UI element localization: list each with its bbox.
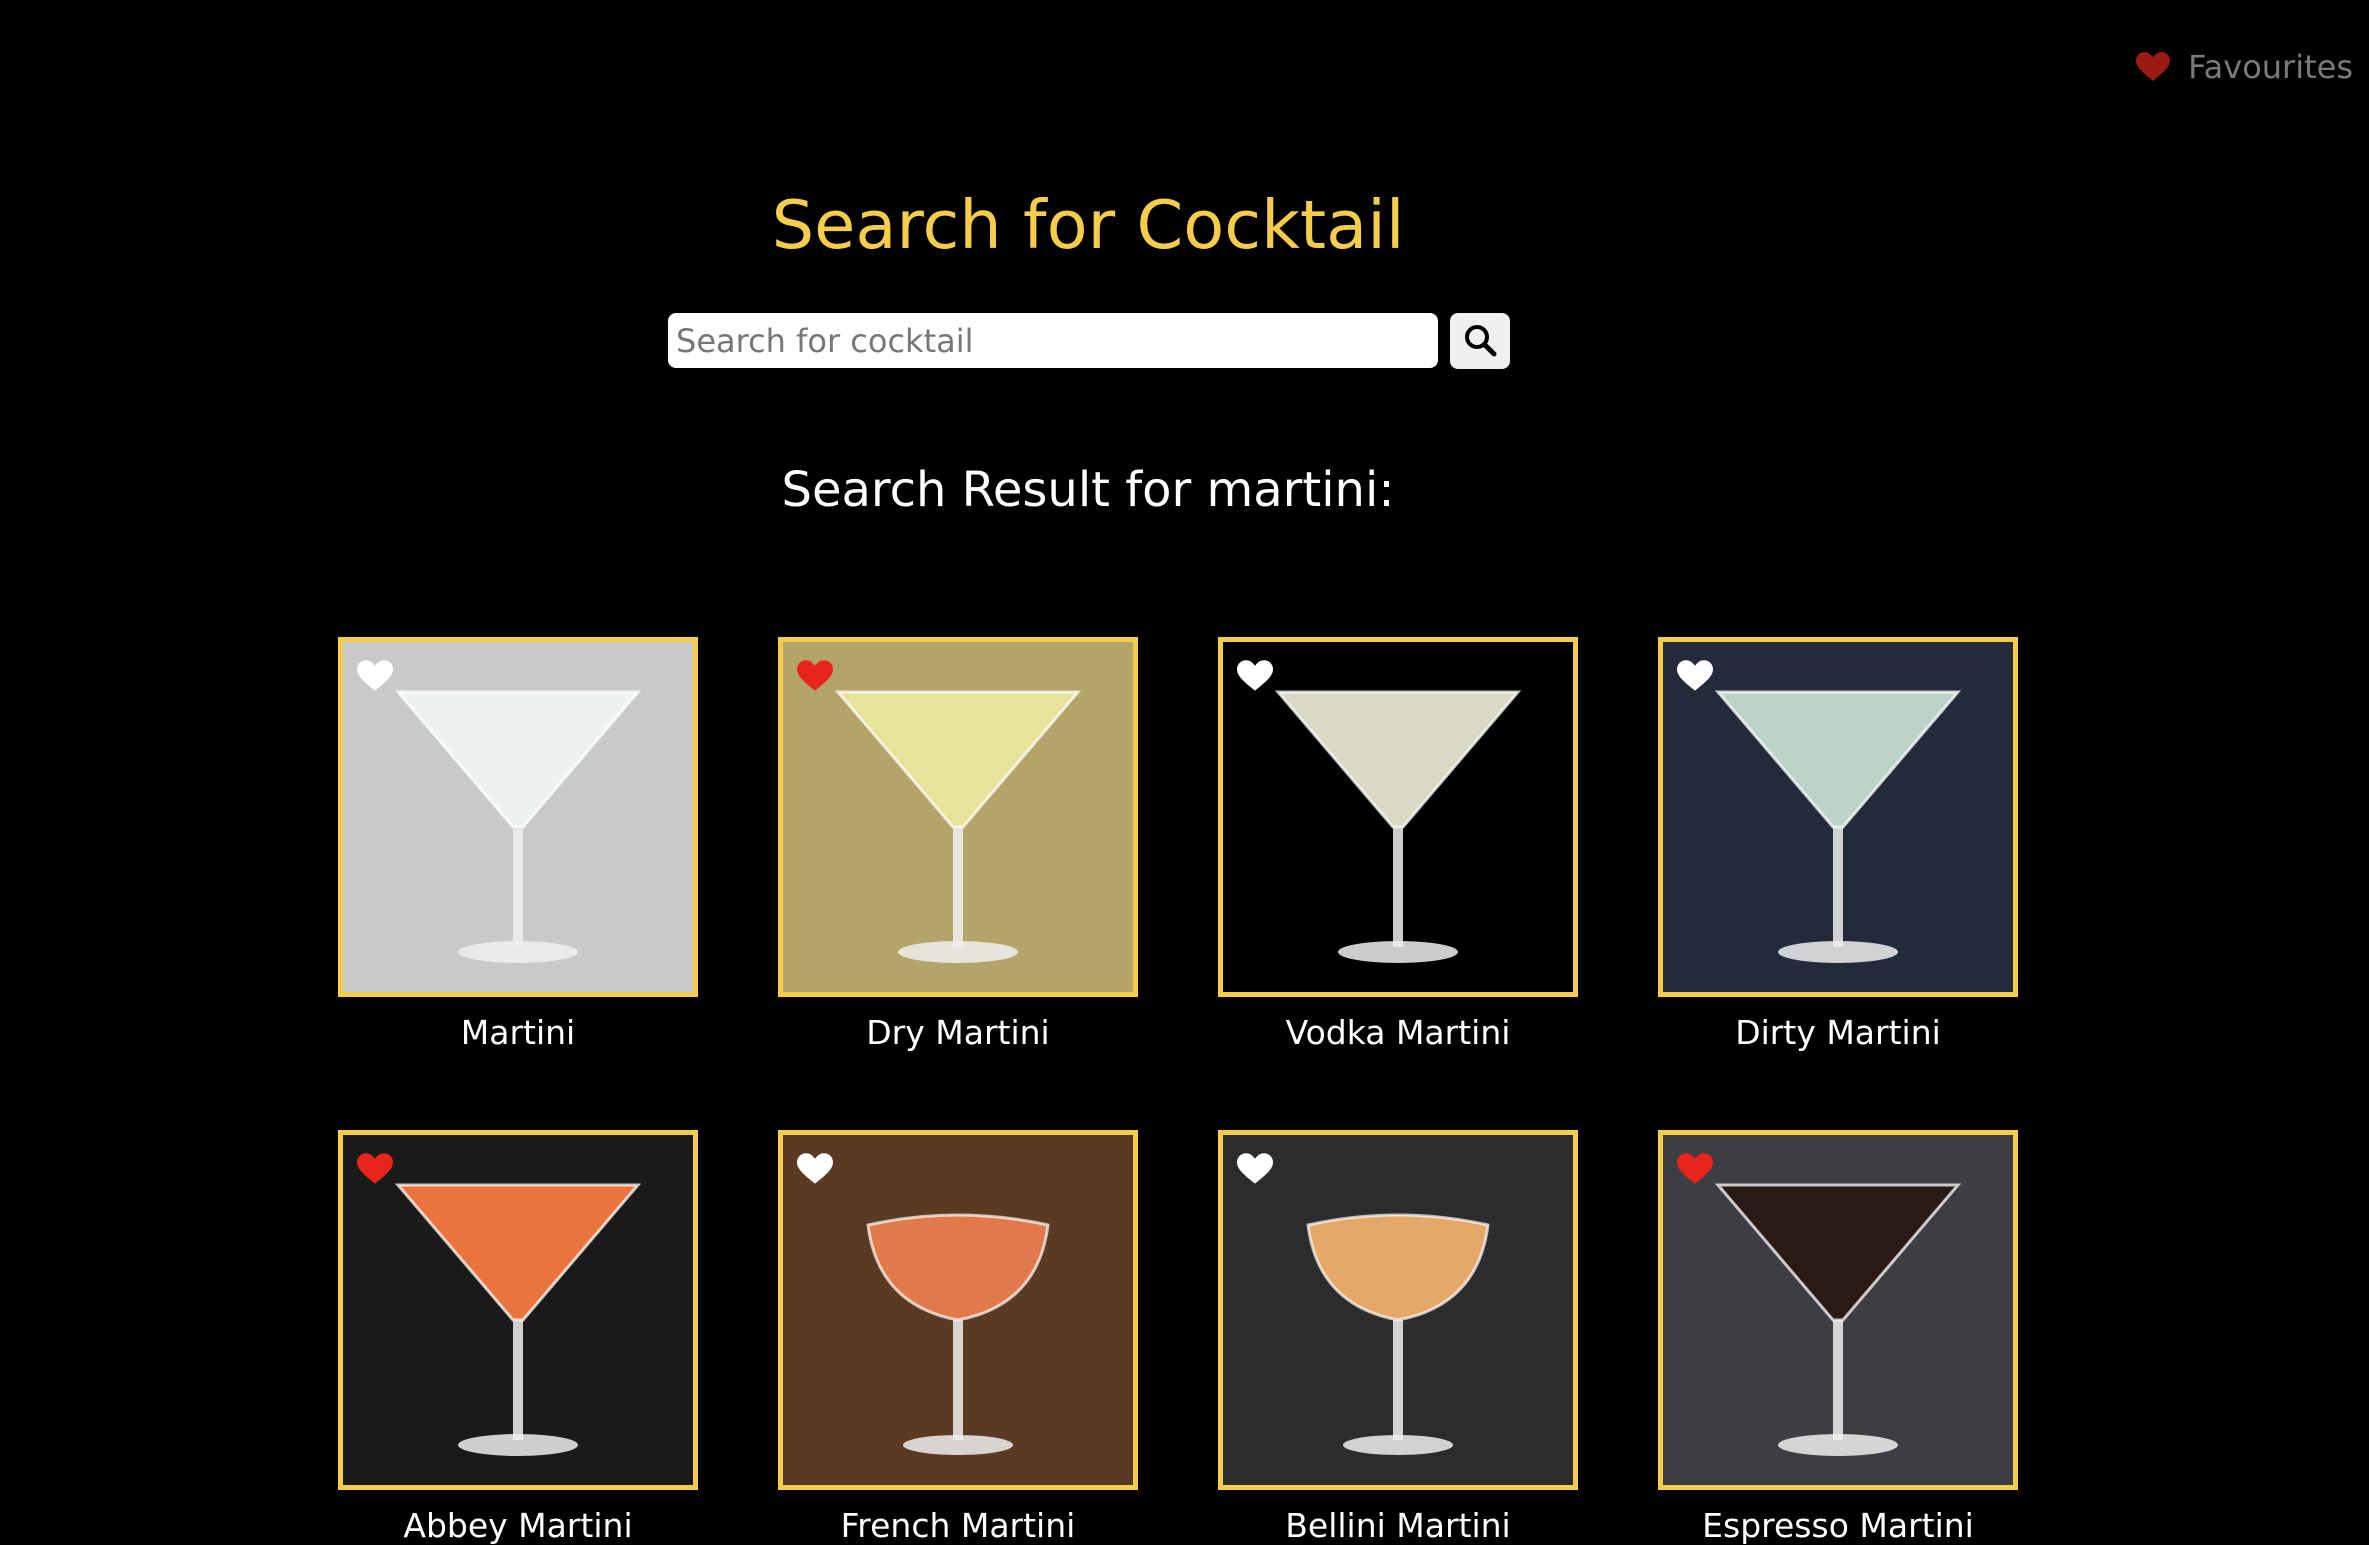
search-result-heading: Search Result for martini: — [781, 462, 1395, 518]
search-bar — [668, 313, 1510, 369]
favourite-heart-icon[interactable] — [797, 1153, 833, 1185]
cocktail-glass-illustration — [394, 1183, 642, 1457]
cocktail-image[interactable] — [338, 1130, 698, 1491]
cocktail-card[interactable]: Dry Martini — [778, 637, 1138, 1051]
results-grid: Martini Dry Martini Vodka Martini Dirty Mar… — [338, 637, 2018, 1545]
favourite-heart-icon[interactable] — [1237, 660, 1273, 692]
search-button[interactable] — [1450, 313, 1510, 369]
heart-icon — [2136, 52, 2171, 82]
favourites-link[interactable]: Favourites — [2136, 48, 2353, 86]
cocktail-name: Dirty Martini — [1735, 1013, 1941, 1052]
cocktail-glass-illustration — [834, 690, 1082, 963]
cocktail-glass-illustration — [1306, 1213, 1490, 1456]
cocktail-name: Bellini Martini — [1285, 1506, 1511, 1545]
cocktail-name: Abbey Martini — [403, 1506, 633, 1545]
cocktail-name: French Martini — [840, 1506, 1076, 1545]
cocktail-name: Vodka Martini — [1285, 1013, 1511, 1052]
cocktail-card[interactable]: Bellini Martini — [1218, 1130, 1578, 1544]
favourite-heart-icon[interactable] — [357, 1153, 393, 1185]
favourite-heart-icon[interactable] — [1677, 1153, 1713, 1185]
cocktail-card[interactable]: French Martini — [778, 1130, 1138, 1544]
cocktail-glass-illustration — [1274, 690, 1522, 963]
cocktail-image[interactable] — [1218, 637, 1578, 997]
cocktail-name: Espresso Martini — [1702, 1506, 1974, 1545]
cocktail-image[interactable] — [778, 637, 1138, 997]
page-title: Search for Cocktail — [771, 186, 1405, 264]
favourite-heart-icon[interactable] — [357, 660, 393, 692]
cocktail-card[interactable]: Abbey Martini — [338, 1130, 698, 1544]
cocktail-image[interactable] — [1218, 1130, 1578, 1491]
cocktail-image[interactable] — [1658, 1130, 2018, 1491]
search-icon — [1463, 323, 1497, 360]
favourites-label: Favourites — [2188, 48, 2353, 86]
cocktail-glass-illustration — [394, 690, 642, 963]
cocktail-image[interactable] — [778, 1130, 1138, 1491]
cocktail-name: Martini — [460, 1013, 576, 1052]
cocktail-glass-illustration — [1714, 690, 1962, 963]
search-input[interactable] — [668, 313, 1438, 368]
cocktail-card[interactable]: Espresso Martini — [1658, 1130, 2018, 1544]
cocktail-glass-illustration — [1714, 1183, 1962, 1457]
favourite-heart-icon[interactable] — [1237, 1153, 1273, 1185]
cocktail-name: Dry Martini — [866, 1013, 1050, 1052]
cocktail-image[interactable] — [338, 637, 698, 997]
cocktail-card[interactable]: Martini — [338, 637, 698, 1051]
cocktail-card[interactable]: Dirty Martini — [1658, 637, 2018, 1051]
favourite-heart-icon[interactable] — [797, 660, 833, 692]
cocktail-image[interactable] — [1658, 637, 2018, 997]
cocktail-glass-illustration — [866, 1213, 1050, 1456]
favourite-heart-icon[interactable] — [1677, 660, 1713, 692]
cocktail-card[interactable]: Vodka Martini — [1218, 637, 1578, 1051]
